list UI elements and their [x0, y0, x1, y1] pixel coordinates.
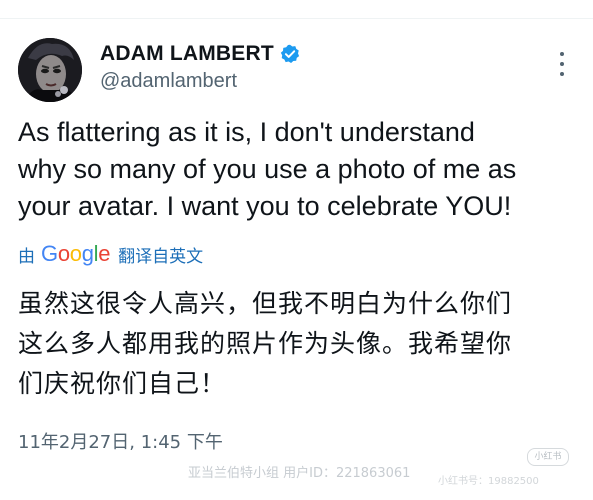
tweet-page: ADAM LAMBERT @adamlambert As flattering …	[0, 0, 593, 500]
top-divider	[0, 18, 593, 19]
more-dot	[560, 72, 564, 76]
more-dot	[560, 62, 564, 66]
watermark-text: 亚当兰伯特小组 用户ID：221863061	[188, 466, 411, 481]
author-name-row[interactable]: ADAM LAMBERT	[100, 40, 300, 68]
translated-tweet-text: 虽然这很令人高兴，但我不明白为什么你们 这么多人都用我的照片作为头像。我希望你 …	[18, 289, 513, 398]
google-logo: Google	[41, 241, 111, 266]
translation-by-label: 由	[18, 246, 35, 267]
avatar-photo	[18, 38, 82, 102]
author-handle[interactable]: @adamlambert	[100, 70, 237, 93]
verified-badge-icon	[280, 44, 300, 64]
watermark-faint-text: 小红书号：19882500	[438, 476, 539, 487]
translation-source-label[interactable]: 翻译自英文	[118, 242, 203, 267]
tweet-timestamp[interactable]: 11年2月27日, 1:45 下午	[18, 428, 223, 454]
translation-attribution[interactable]: 由 Google 翻译自英文	[18, 240, 203, 268]
watermark-stamp: 小红书	[527, 448, 569, 466]
more-vertical-icon[interactable]	[556, 52, 568, 76]
more-dot	[560, 52, 564, 56]
tweet-text: As flattering as it is, I don't understa…	[18, 117, 517, 221]
author-display-name[interactable]: ADAM LAMBERT	[100, 42, 274, 66]
author-avatar[interactable]	[18, 38, 82, 102]
